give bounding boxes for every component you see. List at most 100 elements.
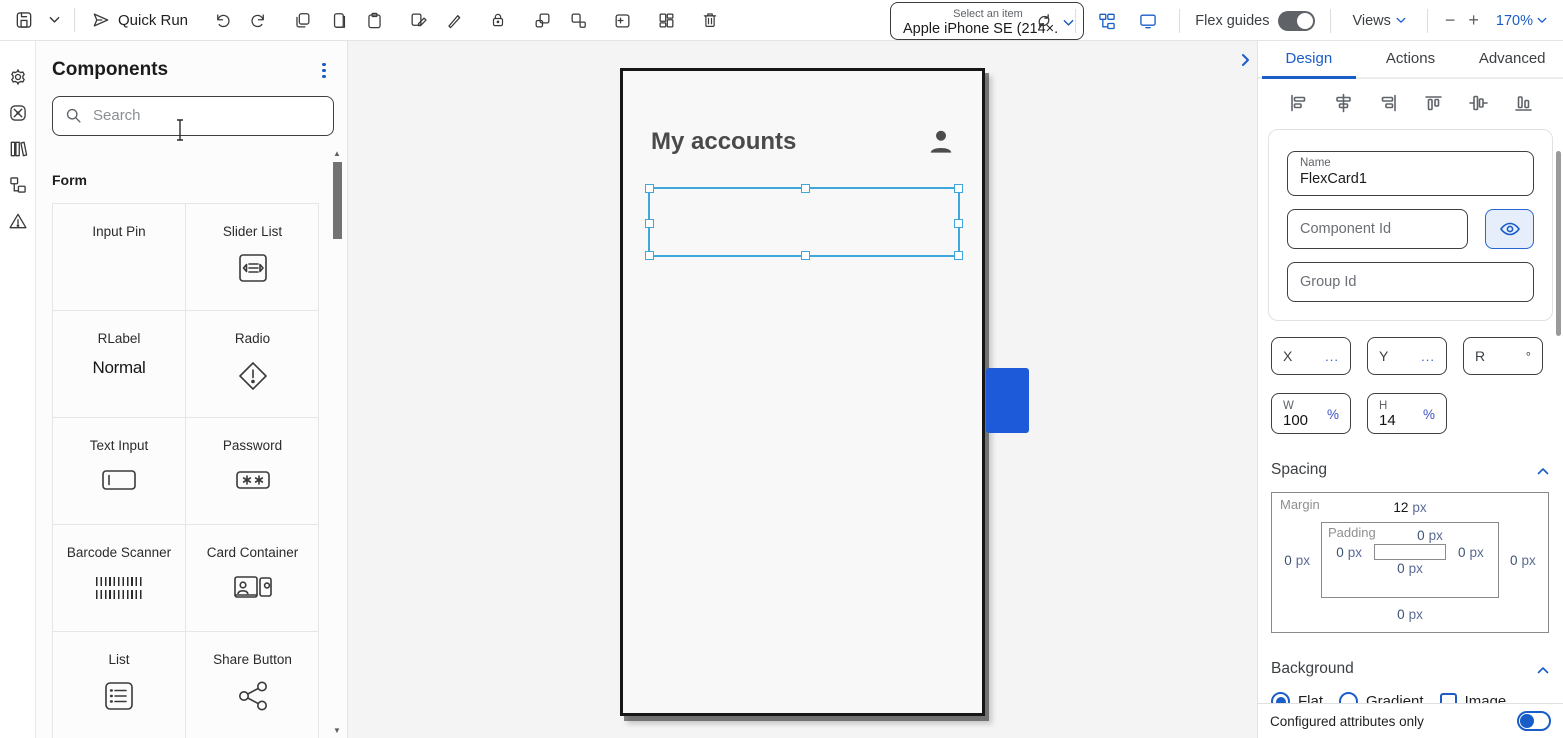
component-tile-slider-list[interactable]: Slider List	[186, 204, 319, 311]
selected-element[interactable]	[648, 187, 960, 257]
device-frame[interactable]: My accounts	[620, 68, 985, 716]
person-icon[interactable]	[926, 127, 956, 157]
margin-bottom-value[interactable]: 0px	[1272, 607, 1548, 622]
align-center-horizontal-button[interactable]	[1331, 92, 1355, 114]
redo-button[interactable]	[242, 5, 274, 35]
views-menu[interactable]: Views	[1346, 12, 1411, 30]
style-button[interactable]	[402, 5, 434, 35]
brush-button[interactable]	[438, 5, 470, 35]
canvas-side-blue-handle[interactable]	[986, 368, 1029, 433]
design-canvas[interactable]: My accounts	[349, 41, 1257, 738]
resize-handle-w[interactable]	[645, 219, 654, 228]
name-field[interactable]: Name	[1287, 151, 1534, 196]
components-scrollbar[interactable]: ▲ ▼	[331, 149, 343, 736]
component-tile-input-pin[interactable]: Input Pin	[53, 204, 186, 311]
bring-forward-button[interactable]	[526, 5, 558, 35]
copy-button[interactable]	[286, 5, 318, 35]
inspector-scrollbar-thumb[interactable]	[1556, 151, 1561, 336]
send-backward-button[interactable]	[562, 5, 594, 35]
card-title[interactable]: My accounts	[651, 128, 796, 156]
component-tile-password[interactable]: Password	[186, 418, 319, 525]
tab-advanced[interactable]: Advanced	[1461, 41, 1563, 77]
visibility-button[interactable]	[1485, 209, 1534, 249]
padding-left-value[interactable]: 0px	[1336, 545, 1362, 560]
save-menu-button[interactable]	[44, 5, 64, 35]
component-tile-radio[interactable]: Radio	[186, 311, 319, 418]
resize-handle-nw[interactable]	[645, 184, 654, 193]
inspector-tabs: Design Actions Advanced	[1258, 41, 1563, 79]
panel-expander-chevron[interactable]	[1236, 51, 1254, 73]
flex-guides-toggle[interactable]	[1278, 11, 1315, 31]
structure-nav-button[interactable]	[4, 173, 32, 197]
components-menu-button[interactable]	[314, 59, 334, 82]
group-id-input[interactable]	[1300, 274, 1521, 290]
component-search[interactable]	[52, 96, 334, 136]
configured-attributes-toggle[interactable]	[1517, 711, 1551, 731]
components-panel: Components Form Input Pin Slider List RL…	[36, 41, 348, 738]
refresh-button[interactable]	[1028, 6, 1060, 36]
scroll-up-arrow[interactable]: ▲	[333, 149, 341, 159]
quick-run-button[interactable]: Quick Run	[85, 10, 194, 30]
resize-handle-sw[interactable]	[645, 251, 654, 260]
y-position-field[interactable]: Y ...	[1367, 337, 1447, 375]
align-center-vertical-button[interactable]	[1466, 92, 1490, 114]
group-id-field[interactable]	[1287, 262, 1534, 302]
padding-bottom-value[interactable]: 0px	[1322, 561, 1498, 576]
spacing-input-box[interactable]	[1374, 544, 1446, 560]
card-container-icon	[233, 573, 273, 603]
paste-button[interactable]	[358, 5, 390, 35]
lock-button[interactable]	[482, 5, 514, 35]
style-sheet-icon	[409, 11, 428, 30]
rotation-field[interactable]: R °	[1463, 337, 1543, 375]
zoom-level-menu[interactable]: 170%	[1490, 12, 1553, 30]
background-collapse-button[interactable]	[1537, 662, 1549, 677]
resize-handle-se[interactable]	[954, 251, 963, 260]
scrollbar-thumb[interactable]	[333, 162, 342, 239]
padding-right-value[interactable]: 0px	[1458, 545, 1484, 560]
settings-nav-button[interactable]	[4, 65, 32, 89]
library-nav-button[interactable]	[4, 137, 32, 161]
margin-left-value[interactable]: 0px	[1284, 553, 1310, 568]
component-id-input[interactable]	[1300, 221, 1455, 237]
component-tile-text-input[interactable]: Text Input	[53, 418, 186, 525]
resize-handle-s[interactable]	[801, 251, 810, 260]
align-right-button[interactable]	[1376, 92, 1400, 114]
component-tile-rlabel[interactable]: RLabel Normal	[53, 311, 186, 418]
delete-button[interactable]	[694, 5, 726, 35]
spacing-collapse-button[interactable]	[1537, 463, 1549, 478]
height-field[interactable]: H 14 %	[1367, 393, 1447, 434]
undo-button[interactable]	[206, 5, 238, 35]
margin-right-value[interactable]: 0px	[1510, 553, 1536, 568]
layout-grid-button[interactable]	[650, 5, 682, 35]
tree-view-button[interactable]	[1091, 6, 1123, 36]
scroll-down-arrow[interactable]: ▼	[333, 726, 341, 736]
tab-actions[interactable]: Actions	[1360, 41, 1462, 77]
save-button[interactable]	[8, 5, 40, 35]
resize-handle-ne[interactable]	[954, 184, 963, 193]
resize-handle-n[interactable]	[801, 184, 810, 193]
component-tile-card-container[interactable]: Card Container	[186, 525, 319, 632]
name-input[interactable]	[1300, 171, 1521, 187]
component-tile-list[interactable]: List	[53, 632, 186, 738]
search-icon	[65, 107, 82, 124]
resize-handle-e[interactable]	[954, 219, 963, 228]
duplicate-button[interactable]	[322, 5, 354, 35]
zoom-in-button[interactable]: +	[1466, 10, 1481, 31]
align-bottom-button[interactable]	[1511, 92, 1535, 114]
component-id-field[interactable]	[1287, 209, 1468, 249]
add-frame-icon	[613, 11, 632, 30]
add-frame-button[interactable]	[606, 5, 638, 35]
issues-nav-button[interactable]	[4, 209, 32, 233]
component-tile-barcode-scanner[interactable]: Barcode Scanner	[53, 525, 186, 632]
atom-nav-button[interactable]	[4, 101, 32, 125]
desktop-view-button[interactable]	[1132, 6, 1164, 36]
x-position-field[interactable]: X ...	[1271, 337, 1351, 375]
align-top-button[interactable]	[1421, 92, 1445, 114]
tab-design[interactable]: Design	[1258, 41, 1360, 77]
component-search-input[interactable]	[91, 106, 321, 125]
width-field[interactable]: W 100 %	[1271, 393, 1351, 434]
top-toolbar: Quick Run	[0, 0, 1563, 41]
component-tile-share-button[interactable]: Share Button	[186, 632, 319, 738]
align-left-button[interactable]	[1286, 92, 1310, 114]
zoom-out-button[interactable]: −	[1443, 10, 1458, 31]
